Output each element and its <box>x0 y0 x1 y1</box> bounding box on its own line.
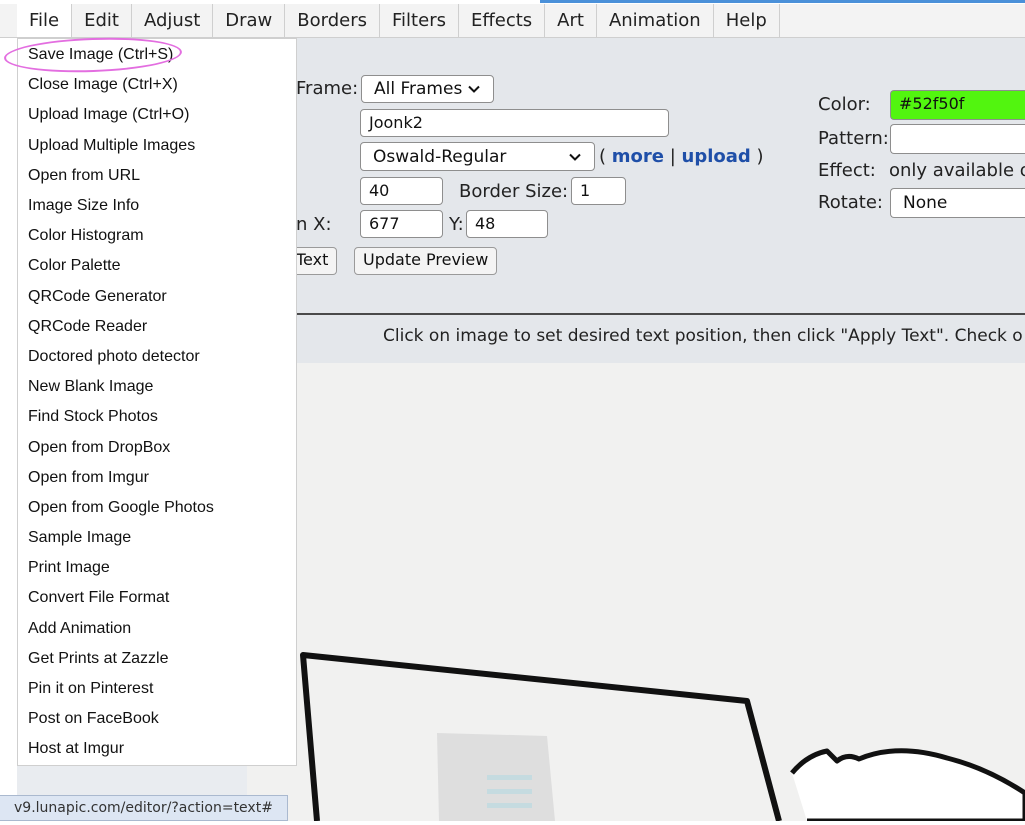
screen-line <box>487 789 532 794</box>
color-label: Color: <box>818 94 871 115</box>
font-select[interactable]: Oswald-Regular <box>360 142 595 171</box>
file-menu-upload-image[interactable]: Upload Image (Ctrl+O) <box>18 100 296 130</box>
font-links: ( more | upload ) <box>599 146 764 167</box>
hint-bar: Click on image to set desired text posit… <box>247 315 1025 363</box>
screen-line <box>487 803 532 808</box>
file-menu-save-image[interactable]: Save Image (Ctrl+S) <box>18 40 296 70</box>
position-x-label: n X: <box>296 214 332 235</box>
hint-text: Click on image to set desired text posit… <box>383 326 1023 346</box>
menu-art[interactable]: Art <box>545 4 597 37</box>
file-menu-host-imgur[interactable]: Host at Imgur <box>18 734 296 764</box>
text-input[interactable]: Joonk2 <box>360 109 669 137</box>
pattern-input[interactable] <box>890 124 1025 154</box>
more-fonts-link[interactable]: more <box>612 146 664 167</box>
menu-adjust[interactable]: Adjust <box>132 4 214 37</box>
menu-borders[interactable]: Borders <box>285 4 381 37</box>
file-menu-close-image[interactable]: Close Image (Ctrl+X) <box>18 70 296 100</box>
file-menu-sample-image[interactable]: Sample Image <box>18 523 296 553</box>
file-menu-qrcode-generator[interactable]: QRCode Generator <box>18 282 296 312</box>
font-select-value: Oswald-Regular <box>373 146 507 167</box>
font-size-input[interactable]: 40 <box>360 177 443 205</box>
file-menu-find-stock-photos[interactable]: Find Stock Photos <box>18 402 296 432</box>
upload-font-link[interactable]: upload <box>682 146 751 167</box>
link-separator: | <box>669 146 676 167</box>
file-menu-upload-multiple[interactable]: Upload Multiple Images <box>18 131 296 161</box>
chevron-down-icon <box>468 85 480 93</box>
menu-draw[interactable]: Draw <box>213 4 286 37</box>
image-canvas[interactable] <box>247 363 1025 821</box>
file-menu-open-google-photos[interactable]: Open from Google Photos <box>18 493 296 523</box>
file-menu-post-facebook[interactable]: Post on FaceBook <box>18 704 296 734</box>
file-menu-doctored-photo-detector[interactable]: Doctored photo detector <box>18 342 296 372</box>
screen-line <box>487 775 532 780</box>
rotate-select[interactable]: None <box>890 188 1025 218</box>
menu-file[interactable]: File <box>17 4 73 37</box>
effect-value: only available or <box>889 160 1025 181</box>
file-menu-open-imgur[interactable]: Open from Imgur <box>18 463 296 493</box>
file-menu-image-size-info[interactable]: Image Size Info <box>18 191 296 221</box>
rotate-label: Rotate: <box>818 192 883 213</box>
border-size-input[interactable]: 1 <box>571 177 626 205</box>
menu-animation[interactable]: Animation <box>597 4 714 37</box>
file-menu-open-url[interactable]: Open from URL <box>18 161 296 191</box>
border-size-label: Border Size: <box>459 181 569 202</box>
pattern-label: Pattern: <box>818 128 889 149</box>
frame-select-value: All Frames <box>374 79 463 99</box>
file-menu-add-animation[interactable]: Add Animation <box>18 614 296 644</box>
frame-label: Frame: <box>296 78 359 99</box>
file-menu-print-image[interactable]: Print Image <box>18 553 296 583</box>
file-menu-qrcode-reader[interactable]: QRCode Reader <box>18 312 296 342</box>
file-menu-open-dropbox[interactable]: Open from DropBox <box>18 432 296 462</box>
update-preview-button[interactable]: Update Preview <box>354 247 498 275</box>
rotate-select-value: None <box>903 193 948 213</box>
file-menu-dropdown: Save Image (Ctrl+S) Close Image (Ctrl+X)… <box>17 38 297 766</box>
menu-filters[interactable]: Filters <box>380 4 459 37</box>
file-menu-convert-file-format[interactable]: Convert File Format <box>18 583 296 613</box>
position-y-input[interactable]: 48 <box>466 210 548 238</box>
position-y-label: Y: <box>449 214 464 235</box>
file-menu-prints-zazzle[interactable]: Get Prints at Zazzle <box>18 644 296 674</box>
file-menu-color-palette[interactable]: Color Palette <box>18 251 296 281</box>
paren-open: ( <box>599 146 607 167</box>
file-menu-color-histogram[interactable]: Color Histogram <box>18 221 296 251</box>
menubar: File Edit Adjust Draw Borders Filters Ef… <box>0 4 1025 38</box>
sketch-image <box>247 363 1025 821</box>
frame-select[interactable]: All Frames <box>361 75 494 103</box>
file-menu-new-blank-image[interactable]: New Blank Image <box>18 372 296 402</box>
menu-edit[interactable]: Edit <box>72 4 132 37</box>
status-bar-url: v9.lunapic.com/editor/?action=text# <box>0 795 288 821</box>
color-picker[interactable]: #52f50f <box>890 90 1025 120</box>
file-menu-pin-pinterest[interactable]: Pin it on Pinterest <box>18 674 296 704</box>
text-tool-panel: Frame: All Frames Joonk2 Oswald-Regular … <box>247 38 1025 313</box>
position-x-input[interactable]: 677 <box>360 210 443 238</box>
chevron-down-icon <box>569 153 581 161</box>
paren-close: ) <box>756 146 764 167</box>
menu-help[interactable]: Help <box>714 4 780 37</box>
effect-label: Effect: <box>818 160 876 181</box>
menu-effects[interactable]: Effects <box>459 4 546 37</box>
